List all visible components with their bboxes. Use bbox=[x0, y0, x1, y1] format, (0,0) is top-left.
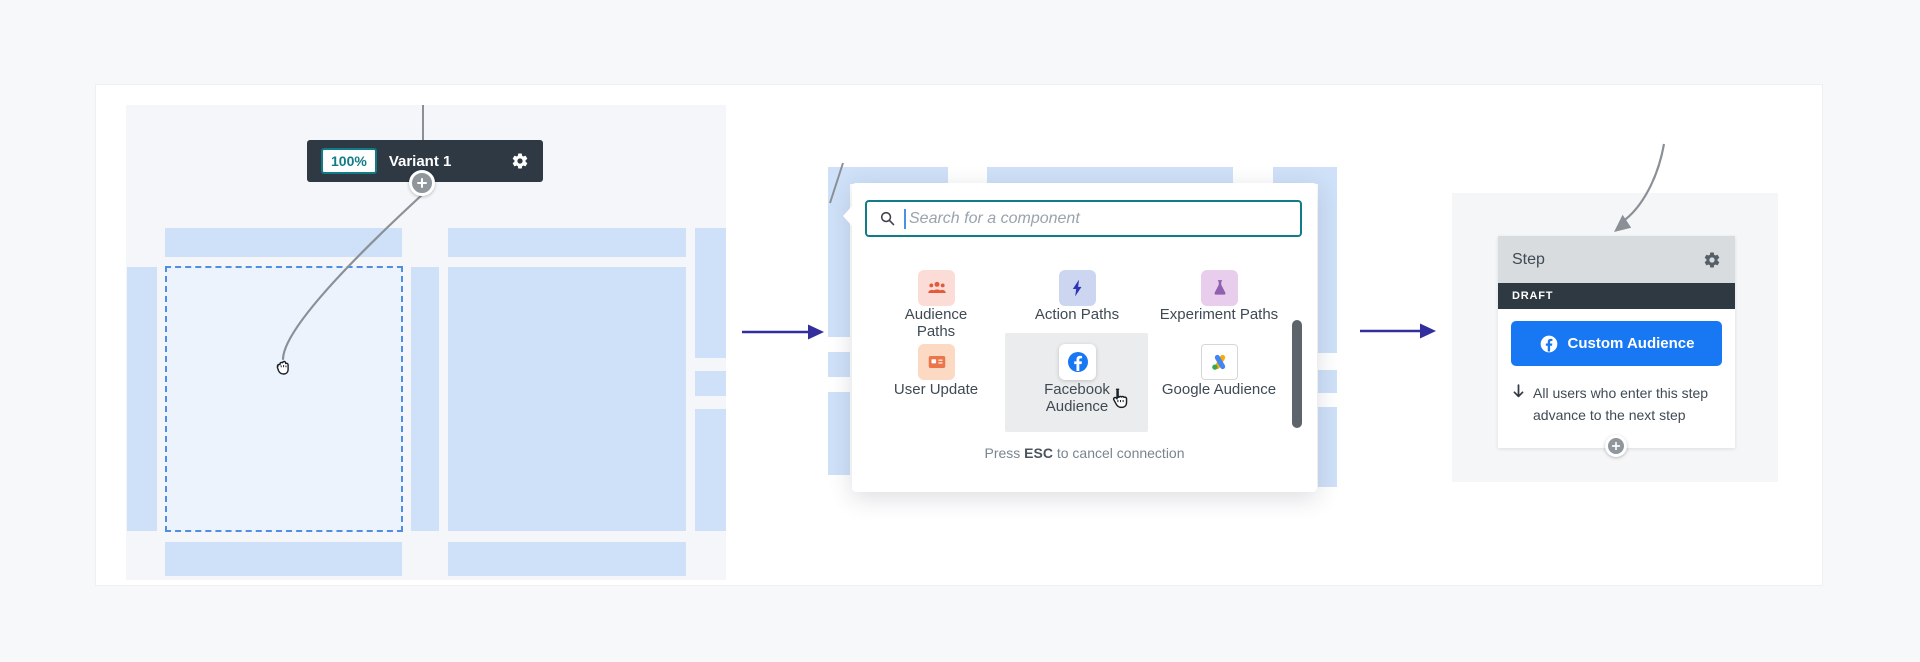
canvas-block bbox=[850, 167, 948, 184]
search-field bbox=[865, 200, 1302, 237]
component-tile-audience-paths[interactable] bbox=[918, 270, 955, 306]
arrow-down-icon bbox=[1511, 382, 1526, 402]
search-icon bbox=[879, 210, 896, 227]
connector-line bbox=[422, 105, 424, 141]
canvas-block bbox=[695, 228, 726, 531]
custom-audience-label: Custom Audience bbox=[1568, 335, 1695, 352]
journey-canvas-before: 100% Variant 1 bbox=[126, 105, 726, 580]
flow-arrow bbox=[736, 320, 832, 344]
component-label: Google Audience bbox=[1159, 381, 1279, 398]
variant-label: Variant 1 bbox=[389, 153, 511, 170]
connector-line bbox=[826, 137, 850, 207]
canvas-block bbox=[987, 167, 1233, 184]
page-background: 100% Variant 1 bbox=[0, 0, 1920, 662]
step-description: All users who enter this step advance to… bbox=[1511, 382, 1722, 426]
canvas-gap bbox=[695, 396, 726, 409]
bolt-icon bbox=[1068, 278, 1088, 298]
add-step-button[interactable] bbox=[1605, 435, 1627, 457]
footer-key: ESC bbox=[1024, 445, 1053, 461]
component-label: Experiment Paths bbox=[1159, 306, 1279, 323]
component-label: Action Paths bbox=[1027, 306, 1127, 323]
facebook-icon bbox=[1539, 334, 1559, 354]
step-card-header: Step bbox=[1498, 236, 1735, 283]
step-card[interactable]: Step DRAFT Custom Audience All users who… bbox=[1498, 236, 1735, 448]
add-step-button[interactable] bbox=[409, 170, 435, 196]
component-picker-popup: Audience Paths Action Paths Experiment P… bbox=[852, 183, 1317, 492]
canvas-block bbox=[165, 228, 402, 257]
connector-arrow bbox=[1592, 138, 1682, 238]
custom-audience-button[interactable]: Custom Audience bbox=[1511, 321, 1722, 366]
pointer-cursor-icon bbox=[1108, 387, 1133, 412]
component-tile-google-audience[interactable] bbox=[1201, 344, 1238, 380]
canvas-gap bbox=[828, 377, 850, 392]
component-tile-facebook-audience[interactable] bbox=[1059, 344, 1096, 380]
component-tile-experiment-paths[interactable] bbox=[1201, 270, 1238, 306]
grab-cursor-icon bbox=[270, 355, 294, 379]
canvas-gap bbox=[1318, 393, 1337, 407]
journey-canvas-after: Step DRAFT Custom Audience All users who… bbox=[1452, 193, 1778, 482]
search-input[interactable] bbox=[909, 210, 1300, 228]
canvas-block bbox=[448, 542, 686, 576]
id-card-icon bbox=[926, 351, 948, 373]
popup-footer: Press ESC to cancel connection bbox=[852, 445, 1317, 461]
footer-suffix: to cancel connection bbox=[1053, 445, 1185, 461]
step-title: Step bbox=[1512, 251, 1545, 269]
canvas-block bbox=[1318, 167, 1337, 487]
gear-icon[interactable] bbox=[1703, 251, 1721, 269]
plus-icon bbox=[1611, 441, 1621, 451]
plus-icon bbox=[416, 177, 428, 189]
popup-caret bbox=[843, 206, 852, 226]
people-icon bbox=[926, 277, 948, 299]
variant-percent-chip: 100% bbox=[321, 148, 377, 174]
flask-icon bbox=[1210, 278, 1230, 298]
text-caret bbox=[904, 209, 906, 229]
facebook-icon bbox=[1066, 350, 1090, 374]
canvas-gap bbox=[828, 337, 850, 352]
canvas-gap bbox=[1318, 353, 1337, 370]
canvas-block bbox=[1273, 167, 1318, 184]
canvas-block bbox=[448, 267, 686, 531]
step-card-body: Custom Audience All users who enter this… bbox=[1498, 309, 1735, 448]
scrollbar-thumb[interactable] bbox=[1292, 320, 1302, 428]
gear-icon[interactable] bbox=[511, 152, 529, 170]
canvas-block bbox=[448, 228, 686, 257]
step-desc-line1: All users who enter this step bbox=[1533, 382, 1708, 404]
component-tile-action-paths[interactable] bbox=[1059, 270, 1096, 306]
canvas-block bbox=[165, 542, 402, 576]
step-desc-line2: advance to the next step bbox=[1533, 404, 1708, 426]
component-label: Audience Paths bbox=[886, 306, 986, 340]
canvas-block bbox=[127, 267, 157, 531]
canvas-block bbox=[411, 267, 439, 531]
status-badge: DRAFT bbox=[1498, 283, 1735, 309]
canvas-gap bbox=[695, 358, 726, 371]
drop-target[interactable] bbox=[165, 266, 403, 532]
footer-prefix: Press bbox=[984, 445, 1024, 461]
flow-arrow bbox=[1350, 319, 1446, 343]
google-ads-icon bbox=[1209, 351, 1231, 373]
component-tile-user-update[interactable] bbox=[918, 344, 955, 380]
component-label: User Update bbox=[886, 381, 986, 398]
